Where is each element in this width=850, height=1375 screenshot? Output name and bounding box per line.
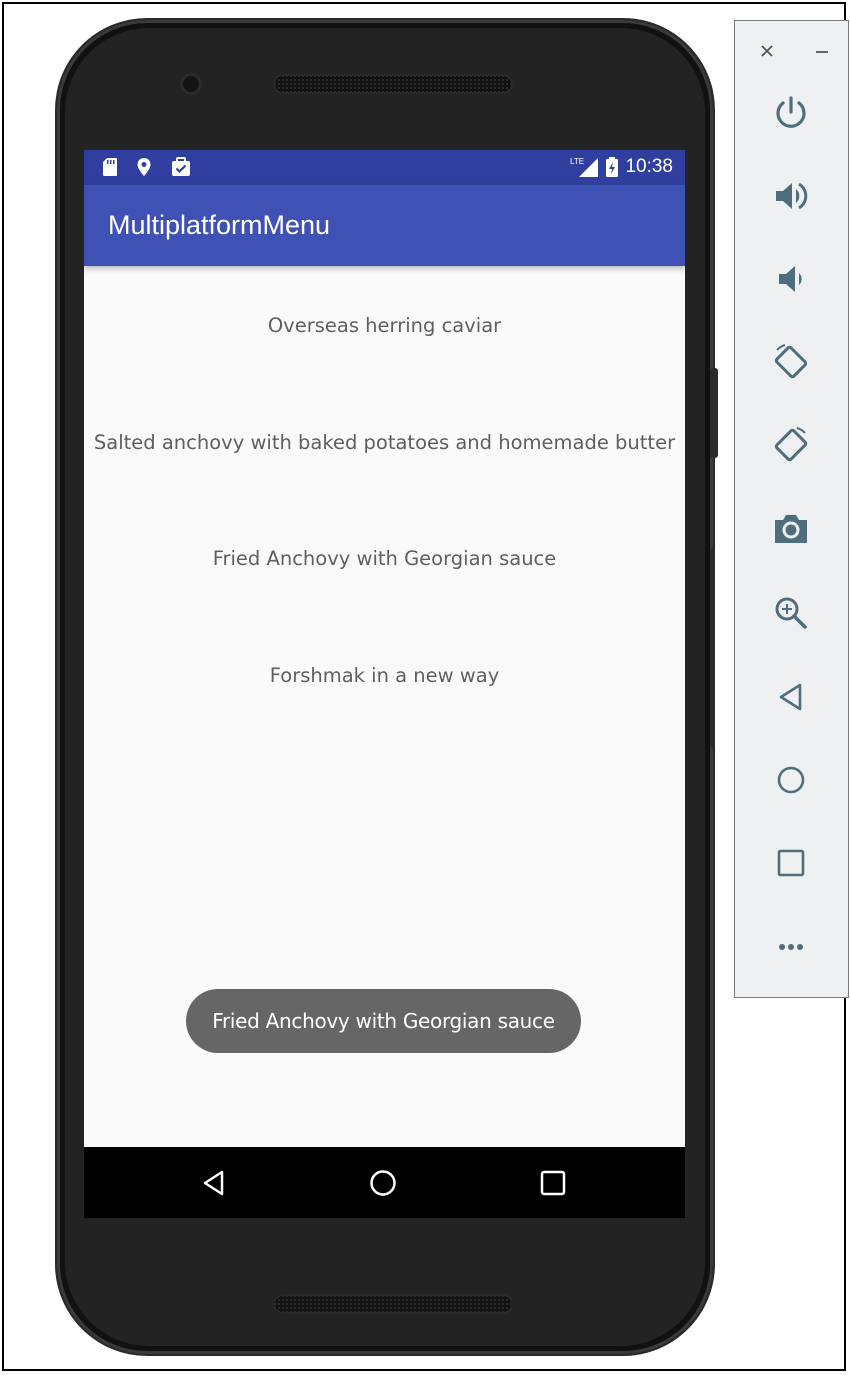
minimize-icon[interactable]: [814, 43, 830, 59]
back-icon[interactable]: [198, 1167, 230, 1199]
location-icon: [137, 158, 151, 176]
emulator-toolbar: [734, 20, 849, 998]
front-camera: [180, 73, 202, 95]
home-icon[interactable]: [771, 760, 811, 800]
menu-item[interactable]: Forshmak in a new way: [84, 664, 685, 687]
volume-down-icon[interactable]: [771, 259, 811, 299]
side-power-button: [710, 368, 718, 458]
rotate-left-icon[interactable]: [771, 342, 811, 382]
rotate-right-icon[interactable]: [771, 425, 811, 465]
toast-message: Fried Anchovy with Georgian sauce: [186, 989, 581, 1053]
toolbar-window-controls: [759, 39, 830, 59]
more-icon[interactable]: [771, 927, 811, 967]
sd-card-icon: [103, 158, 117, 176]
battery-charging-icon: [606, 157, 619, 177]
app-toolbar: MultiplatformMenu: [84, 185, 685, 266]
side-volume-rocker: [710, 548, 715, 748]
app-title: MultiplatformMenu: [108, 210, 331, 240]
menu-item[interactable]: Overseas herring caviar: [84, 314, 685, 337]
status-bar-notifications: [102, 157, 192, 177]
status-bar: LTE 10:38: [84, 150, 685, 185]
status-bar-system: LTE 10:38: [569, 156, 673, 178]
lte-signal-icon: LTE: [570, 157, 599, 177]
zoom-icon[interactable]: [771, 593, 811, 633]
home-icon[interactable]: [367, 1167, 399, 1199]
close-icon[interactable]: [759, 43, 775, 59]
recents-icon[interactable]: [537, 1167, 569, 1199]
navigation-bar: [84, 1147, 685, 1218]
back-icon[interactable]: [771, 677, 811, 717]
overview-icon[interactable]: [771, 843, 811, 883]
power-icon[interactable]: [771, 93, 811, 133]
menu-item[interactable]: Salted anchovy with baked potatoes and h…: [84, 431, 685, 454]
status-time: 10:38: [625, 156, 673, 177]
bottom-speaker-grille: [273, 1294, 513, 1314]
top-speaker-grille: [273, 74, 513, 94]
svg-text:LTE: LTE: [570, 157, 584, 166]
volume-up-icon[interactable]: [771, 176, 811, 216]
menu-item[interactable]: Fried Anchovy with Georgian sauce: [84, 547, 685, 570]
device-screen: LTE 10:38 MultiplatformMenu Overseas her…: [84, 150, 685, 1218]
clipboard-check-icon: [172, 157, 190, 176]
camera-icon[interactable]: [771, 509, 811, 549]
